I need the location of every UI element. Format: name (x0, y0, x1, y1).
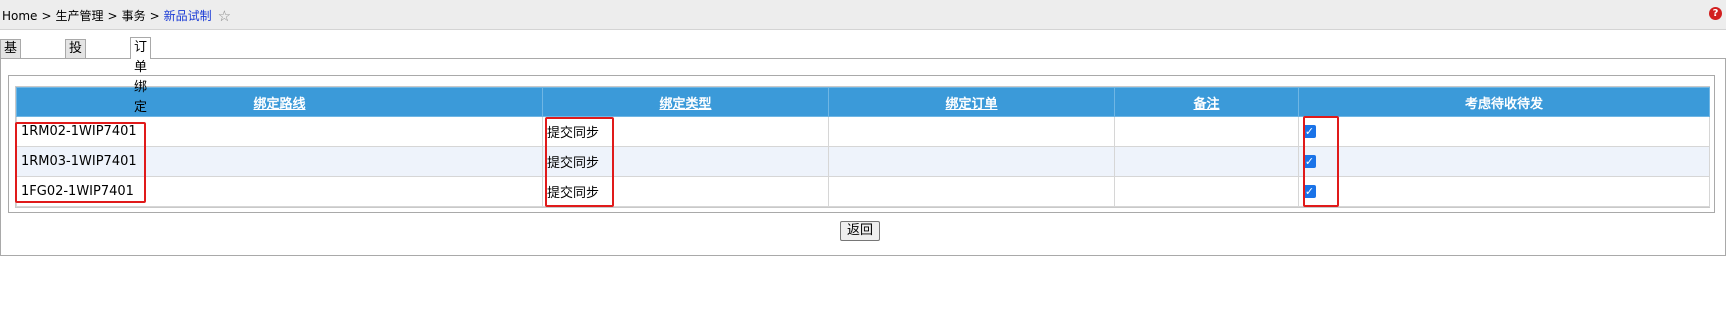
type-cell: 提交同步 (542, 176, 829, 207)
order-cell (828, 176, 1115, 207)
tab-order-binding[interactable]: 订单绑定 (130, 37, 152, 115)
consider-checkbox[interactable]: ✓ (1303, 125, 1316, 138)
route-cell: 1FG02-1WIP7401 (16, 176, 543, 207)
tab-basic-info[interactable]: 基本信息 (0, 39, 22, 110)
column-header-route[interactable]: 绑定路线 (16, 87, 543, 117)
breadcrumb-home[interactable]: Home (2, 9, 37, 23)
binding-group-box: 绑定路线 绑定类型 绑定订单 备注 考虑待收待发 1RM02-1WIP7401 … (8, 75, 1715, 213)
type-cell: 提交同步 (542, 146, 829, 177)
top-bar: Home > 生产管理 > 事务 > 新品试制 ☆ ? (0, 0, 1726, 30)
consider-cell: ✓ (1298, 146, 1710, 177)
table-row: 1RM03-1WIP7401 提交同步 ✓ (16, 146, 1710, 177)
remark-cell (1114, 176, 1299, 207)
column-header-order[interactable]: 绑定订单 (828, 87, 1115, 117)
remark-cell (1114, 116, 1299, 147)
column-header-remark[interactable]: 备注 (1114, 87, 1299, 117)
consider-checkbox[interactable]: ✓ (1303, 155, 1316, 168)
column-header-type[interactable]: 绑定类型 (542, 87, 829, 117)
star-outline-icon[interactable]: ☆ (218, 7, 231, 25)
breadcrumb-transaction[interactable]: 事务 (122, 9, 146, 23)
binding-table-wrapper: 绑定路线 绑定类型 绑定订单 备注 考虑待收待发 1RM02-1WIP7401 … (15, 86, 1710, 208)
breadcrumb: Home > 生产管理 > 事务 > 新品试制 ☆ (2, 7, 231, 25)
help-icon[interactable]: ? (1709, 7, 1722, 20)
remark-cell (1114, 146, 1299, 177)
table-row: 1FG02-1WIP7401 提交同步 ✓ (16, 176, 1710, 207)
table-header-row: 绑定路线 绑定类型 绑定订单 备注 考虑待收待发 (16, 87, 1710, 117)
binding-table: 绑定路线 绑定类型 绑定订单 备注 考虑待收待发 1RM02-1WIP7401 … (16, 87, 1710, 207)
breadcrumb-separator: > (107, 9, 118, 23)
breadcrumb-current[interactable]: 新品试制 (164, 9, 212, 23)
order-cell (828, 146, 1115, 177)
back-button[interactable]: 返回 (840, 221, 880, 241)
consider-cell: ✓ (1298, 176, 1710, 207)
tab-input-output[interactable]: 投入产出 (65, 39, 87, 110)
consider-cell: ✓ (1298, 116, 1710, 147)
column-header-consider: 考虑待收待发 (1298, 87, 1710, 117)
breadcrumb-production[interactable]: 生产管理 (56, 9, 104, 23)
route-cell: 1RM02-1WIP7401 (16, 116, 543, 147)
consider-checkbox[interactable]: ✓ (1303, 185, 1316, 198)
breadcrumb-separator: > (149, 9, 160, 23)
table-row: 1RM02-1WIP7401 提交同步 ✓ (16, 116, 1710, 147)
type-cell: 提交同步 (542, 116, 829, 147)
route-cell: 1RM03-1WIP7401 (16, 146, 543, 177)
order-cell (828, 116, 1115, 147)
breadcrumb-separator: > (41, 9, 52, 23)
